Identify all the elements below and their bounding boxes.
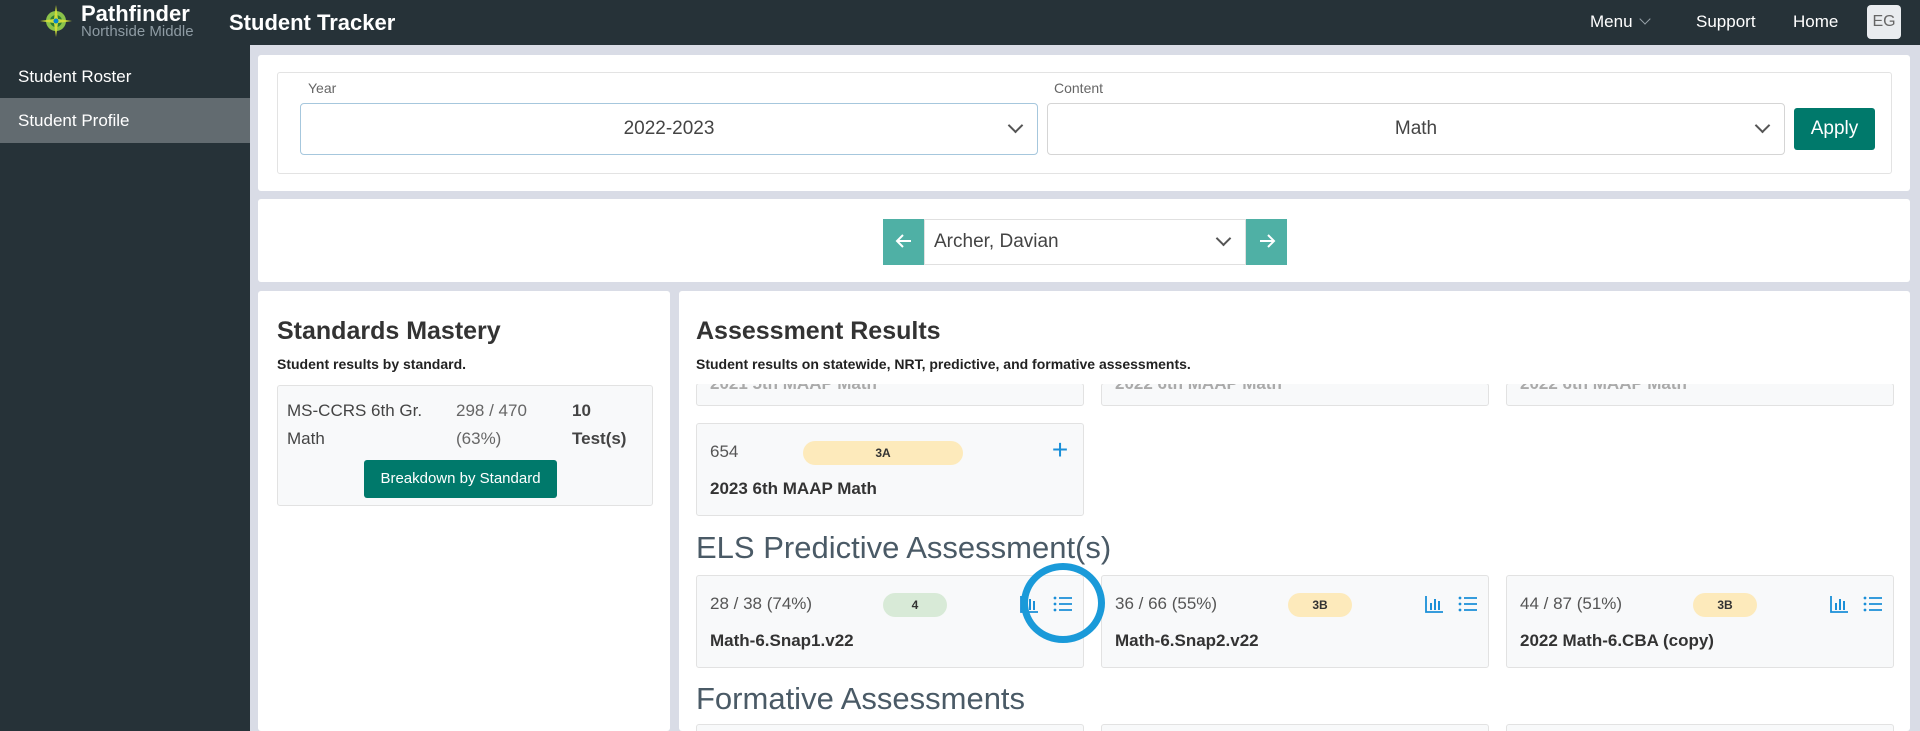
next-student-button[interactable] (1246, 219, 1287, 265)
assessment-card: 2022 6th MAAP Math (1101, 384, 1489, 406)
bar-chart-icon[interactable] (1827, 592, 1851, 616)
nav-menu-dropdown[interactable]: Menu (1590, 12, 1651, 32)
year-select-value: 2022-2023 (623, 118, 715, 139)
standards-title: Standards Mastery (277, 317, 501, 345)
performance-badge: 4 (883, 593, 947, 617)
plus-icon[interactable]: + (1048, 436, 1072, 464)
sidebar-item-student-profile[interactable]: Student Profile (0, 98, 250, 143)
assessment-card: 44 / 87 (51%) 3B 2022 Math-6.CBA (copy) (1506, 575, 1894, 668)
standard-test-count: 10 Test(s) (572, 401, 627, 448)
performance-badge: 3A (803, 441, 963, 465)
nav-support-link[interactable]: Support (1696, 12, 1756, 32)
assessment-score: 36 / 66 (55%) (1115, 594, 1218, 613)
content-select-value: Math (1394, 118, 1438, 139)
chevron-down-icon (1754, 117, 1771, 134)
list-icon[interactable] (1861, 592, 1885, 616)
apply-button[interactable]: Apply (1794, 108, 1875, 150)
standard-card: MS-CCRS 6th Gr. Math 298 / 470 (63%) 10 … (277, 385, 653, 506)
assessment-name: Math-6.Snap1.v22 (710, 631, 854, 650)
formative-section-heading: Formative Assessments (696, 681, 1026, 716)
standard-name: MS-CCRS 6th Gr. Math (287, 401, 423, 448)
year-select[interactable]: 2022-2023 (300, 103, 1038, 155)
highlight-circle (1021, 563, 1105, 643)
app-title: Student Tracker (229, 10, 396, 35)
performance-badge: 3B (1693, 593, 1757, 617)
sidebar-item-student-roster[interactable]: Student Roster (0, 54, 250, 99)
assessment-card: 2022 6th MAAP Math (1506, 384, 1894, 406)
assessment-card (696, 724, 1084, 731)
assessment-card: 654 3A + 2023 6th MAAP Math (696, 423, 1084, 516)
assessment-results-title: Assessment Results (696, 317, 941, 345)
assessment-scroll-area[interactable]: 2021 5th MAAP Math 2022 6th MAAP Math 20… (679, 384, 1910, 731)
standard-score: 298 / 470 (63%) (456, 401, 527, 448)
student-select[interactable]: Archer, Davian (924, 219, 1246, 265)
chevron-down-icon (1215, 230, 1232, 247)
standards-subtitle: Student results by standard. (277, 356, 467, 372)
assessment-score: 44 / 87 (51%) (1520, 594, 1623, 613)
assessment-results-subtitle: Student results on statewide, NRT, predi… (696, 356, 1191, 372)
performance-badge: 3B (1288, 593, 1352, 617)
chevron-down-icon (1007, 117, 1024, 134)
standards-mastery-panel: Standards Mastery Student results by sta… (258, 291, 670, 731)
assessment-card (1506, 724, 1894, 731)
assessment-card: 36 / 66 (55%) 3B Math-6.Snap2.v22 (1101, 575, 1489, 668)
nav-home-link[interactable]: Home (1793, 12, 1838, 32)
assessment-card: 2021 5th MAAP Math (696, 384, 1084, 406)
assessment-name: 2022 Math-6.CBA (copy) (1520, 631, 1714, 650)
content-select[interactable]: Math (1047, 103, 1785, 155)
assessment-name: Math-6.Snap2.v22 (1115, 631, 1259, 650)
predictive-section-heading: ELS Predictive Assessment(s) (696, 530, 1112, 565)
assessment-score: 28 / 38 (74%) (710, 594, 813, 613)
nav-menu-label: Menu (1590, 12, 1633, 31)
assessment-name: 2023 6th MAAP Math (710, 479, 877, 498)
breakdown-by-standard-button[interactable]: Breakdown by Standard (364, 460, 557, 498)
bar-chart-icon[interactable] (1422, 592, 1446, 616)
assessment-name: 2022 6th MAAP Math (1520, 384, 1687, 394)
year-label: Year (308, 80, 337, 96)
brand-school: Northside Middle (81, 23, 194, 40)
student-name: Archer, Davian (934, 231, 1059, 252)
assessment-name: 2022 6th MAAP Math (1115, 384, 1282, 394)
assessment-score: 654 (710, 442, 739, 461)
top-bar: Pathfinder Northside Middle Student Trac… (0, 0, 1920, 45)
content-label: Content (1054, 80, 1104, 96)
list-icon[interactable] (1456, 592, 1480, 616)
assessment-name: 2021 5th MAAP Math (710, 384, 877, 394)
arrow-left-icon (895, 234, 911, 248)
previous-student-button[interactable] (883, 219, 924, 265)
assessment-results-panel: Assessment Results Student results on st… (679, 291, 1910, 731)
assessment-card (1101, 724, 1489, 731)
user-avatar[interactable]: EG (1867, 5, 1901, 39)
sidebar: Student Roster Student Profile (0, 45, 250, 731)
arrow-right-icon (1259, 234, 1275, 248)
compass-logo-icon (40, 5, 72, 37)
chevron-down-icon (1638, 13, 1651, 25)
